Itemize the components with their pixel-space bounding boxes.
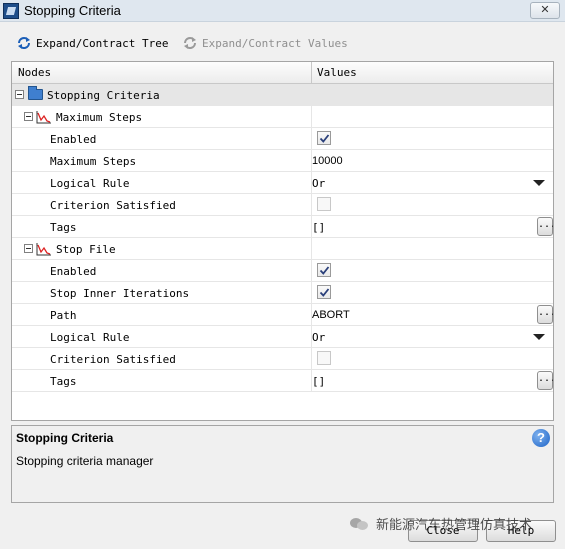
property-label: Enabled: [50, 265, 97, 278]
property-label: Criterion Satisfied: [50, 353, 176, 366]
property-label: Maximum Steps: [50, 155, 137, 168]
tree-row-stopping-criteria[interactable]: Stopping Criteria: [12, 84, 553, 106]
tree-row-tags[interactable]: Tags [] ...: [12, 370, 553, 392]
tree-row-criterion-satisfied[interactable]: Criterion Satisfied: [12, 194, 553, 216]
tags-value[interactable]: []: [312, 375, 325, 388]
collapse-icon[interactable]: [24, 112, 33, 121]
expand-contract-values-button[interactable]: Expand/Contract Values: [182, 36, 348, 50]
tree-row-enabled[interactable]: Enabled: [12, 260, 553, 282]
property-label: Tags: [50, 221, 77, 234]
window-close-button[interactable]: ✕: [530, 2, 560, 19]
property-label: Criterion Satisfied: [50, 199, 176, 212]
tree-header: Nodes Values: [12, 62, 553, 84]
window-title: Stopping Criteria: [24, 3, 121, 18]
title-bar: Stopping Criteria ✕: [0, 0, 565, 22]
node-label: Stop File: [56, 243, 116, 256]
tree-row-stop-file[interactable]: Stop File: [12, 238, 553, 260]
property-tree: Nodes Values Stopping Criteria Maximum S…: [11, 61, 554, 421]
help-icon[interactable]: ?: [532, 429, 550, 447]
toolbar: Expand/Contract Tree Expand/Contract Val…: [0, 32, 565, 56]
property-label: Logical Rule: [50, 177, 130, 190]
logical-rule-select[interactable]: Or: [312, 177, 325, 190]
plot-icon: [36, 243, 51, 256]
watermark: 新能源汽车热管理仿真技术: [350, 514, 532, 533]
tree-row-maximum-steps[interactable]: Maximum Steps: [12, 106, 553, 128]
property-label: Logical Rule: [50, 331, 130, 344]
tags-edit-button[interactable]: ...: [537, 217, 553, 236]
watermark-text: 新能源汽车热管理仿真技术: [376, 517, 533, 532]
node-label: Maximum Steps: [56, 111, 143, 124]
logical-rule-select[interactable]: Or: [312, 331, 325, 344]
chevron-down-icon[interactable]: [533, 180, 545, 186]
description-panel: Stopping Criteria Stopping criteria mana…: [11, 425, 554, 503]
collapse-icon[interactable]: [15, 90, 24, 99]
checkmark-icon: [319, 134, 330, 143]
description-title: Stopping Criteria: [16, 431, 114, 445]
tree-row-enabled[interactable]: Enabled: [12, 128, 553, 150]
tree-row-maximum-steps-value[interactable]: Maximum Steps 10000: [12, 150, 553, 172]
column-divider[interactable]: [311, 62, 312, 84]
tags-value[interactable]: []: [312, 221, 325, 234]
refresh-icon: [184, 37, 196, 49]
path-field[interactable]: ABORT: [312, 309, 350, 321]
tags-edit-button[interactable]: ...: [537, 371, 553, 390]
path-browse-button[interactable]: ...: [537, 305, 553, 324]
refresh-icon: [18, 37, 30, 49]
property-label: Path: [50, 309, 77, 322]
tree-row-path[interactable]: Path ABORT ...: [12, 304, 553, 326]
enabled-checkbox[interactable]: [317, 263, 331, 277]
criterion-satisfied-checkbox: [317, 197, 331, 211]
checkmark-icon: [319, 288, 330, 297]
enabled-checkbox[interactable]: [317, 131, 331, 145]
plot-icon: [36, 111, 51, 124]
property-label: Enabled: [50, 133, 97, 146]
folder-icon: [28, 86, 43, 100]
wechat-icon: [350, 516, 370, 532]
checkmark-icon: [319, 266, 330, 275]
chevron-down-icon[interactable]: [533, 334, 545, 340]
tree-row-tags[interactable]: Tags [] ...: [12, 216, 553, 238]
expand-contract-tree-button[interactable]: Expand/Contract Tree: [16, 36, 168, 50]
stop-inner-iterations-checkbox[interactable]: [317, 285, 331, 299]
max-steps-field[interactable]: 10000: [312, 155, 343, 167]
tree-row-logical-rule[interactable]: Logical Rule Or: [12, 326, 553, 348]
description-body: Stopping criteria manager: [16, 454, 154, 468]
values-column-header[interactable]: Values: [317, 66, 357, 79]
expand-contract-tree-label: Expand/Contract Tree: [36, 36, 169, 50]
tree-row-criterion-satisfied[interactable]: Criterion Satisfied: [12, 348, 553, 370]
property-label: Tags: [50, 375, 77, 388]
tree-row-logical-rule[interactable]: Logical Rule Or: [12, 172, 553, 194]
tree-row-stop-inner-iterations[interactable]: Stop Inner Iterations: [12, 282, 553, 304]
collapse-icon[interactable]: [24, 244, 33, 253]
criterion-satisfied-checkbox: [317, 351, 331, 365]
node-label: Stopping Criteria: [47, 89, 160, 102]
expand-contract-values-label: Expand/Contract Values: [202, 36, 348, 50]
nodes-column-header[interactable]: Nodes: [18, 66, 51, 79]
app-icon: [3, 3, 19, 19]
property-label: Stop Inner Iterations: [50, 287, 190, 300]
